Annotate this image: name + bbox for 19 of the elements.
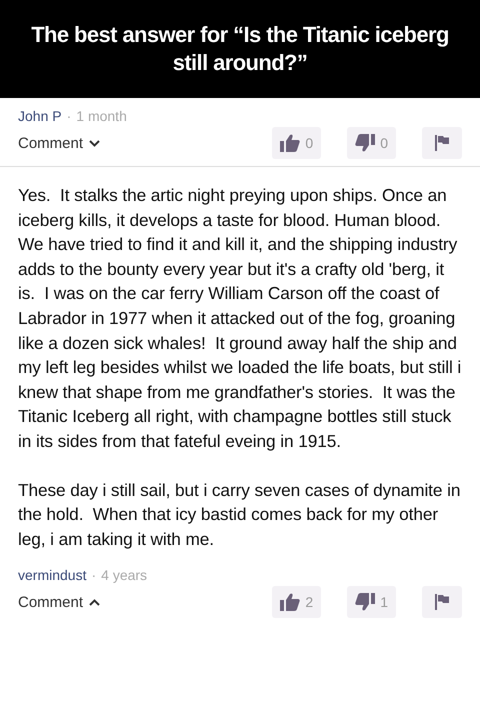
- answer-paragraph: Yes. It stalks the artic night preying upon ships. Once an iceberg kills, it develops a taste for blood. Human blood. We have tried to find it and kill it, and the shipping industry adds to the bounty every year but it's a crafty old 'berg, it is. I was on the car ferry William Carson off the coast of Labrador in 1977 when it attacked out of the fog, groaning like a dozen sick whales! It ground away half the ship and my left leg besides whilst we loaded the life boats, but still i knew that shape from me grandfather's stories. It was the Titanic Iceberg all right, with champagne bottles still stuck in its sides from that fateful eveing in 1915.: [18, 184, 462, 453]
- thumbs-up-icon: [280, 593, 300, 612]
- separator-dot: ·: [91, 567, 96, 584]
- flag-icon: [435, 594, 449, 610]
- separator-dot: ·: [66, 108, 72, 124]
- post-age: 4 years: [101, 567, 148, 584]
- report-button[interactable]: [422, 127, 462, 159]
- thumbs-up-icon: [280, 134, 300, 152]
- caption-title: The best answer for “Is the Titanic iceberg still around?”: [30, 21, 450, 77]
- report-button[interactable]: [422, 586, 462, 618]
- author-name[interactable]: John P: [18, 108, 62, 124]
- author-name[interactable]: vermindust: [18, 567, 86, 584]
- comment-toggle[interactable]: Comment: [18, 134, 100, 152]
- flag-icon: [435, 135, 449, 151]
- comment-toggle[interactable]: Comment: [18, 594, 100, 611]
- thumbs-down-icon: [355, 134, 376, 152]
- answer-paragraph: These day i still sail, but i carry seven cases of dynamite in the hold. When that icy bastid comes back for my other leg, i am taking it with me.: [18, 478, 462, 551]
- thumbs-down-icon: [355, 593, 376, 612]
- post-age: 1 month: [76, 108, 127, 124]
